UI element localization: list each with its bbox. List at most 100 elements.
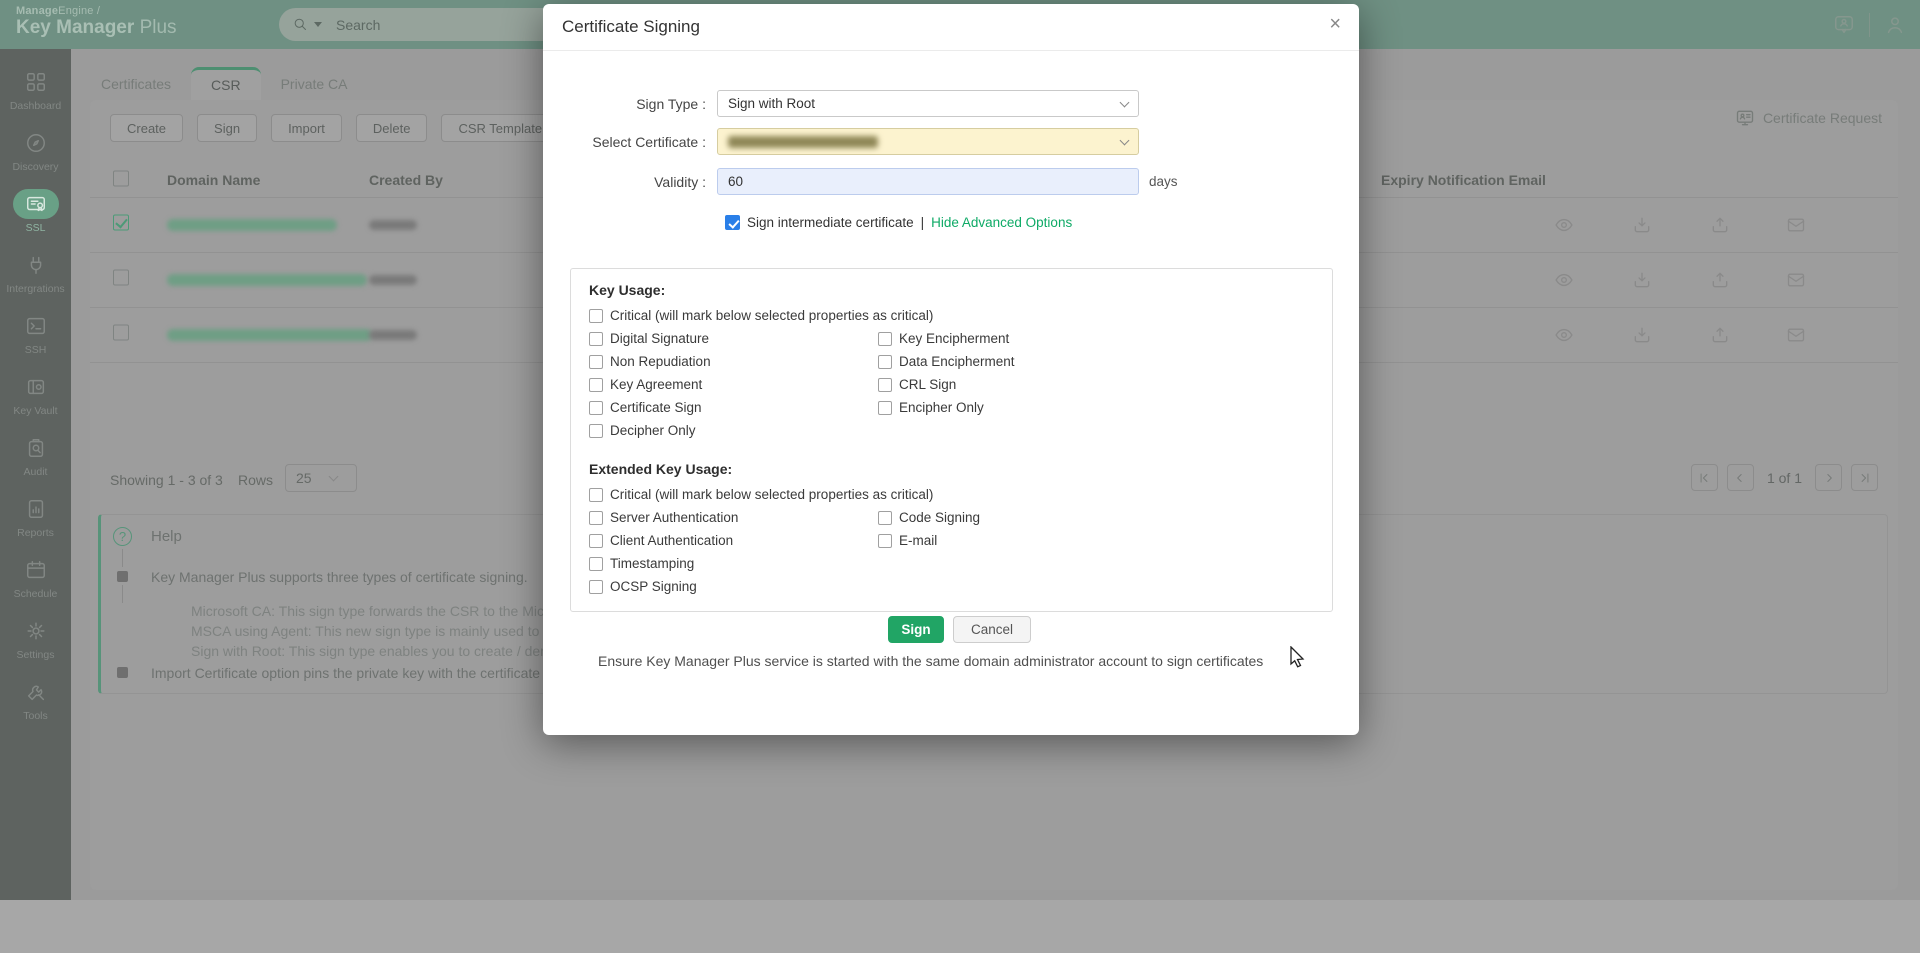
- checkbox[interactable]: [589, 424, 603, 438]
- create-button[interactable]: Create: [110, 114, 183, 142]
- sign-intermediate-checkbox[interactable]: [725, 215, 740, 230]
- brand-slash: /: [97, 5, 100, 17]
- csr-template-button[interactable]: CSR Template: [441, 114, 559, 142]
- row-checkbox[interactable]: [113, 325, 129, 341]
- view-icon[interactable]: [1554, 270, 1574, 290]
- key-usage-option[interactable]: Key Agreement: [589, 373, 878, 396]
- checkbox[interactable]: [589, 355, 603, 369]
- email-icon[interactable]: [1786, 325, 1806, 345]
- sidebar-item-discovery[interactable]: Discovery: [0, 120, 71, 181]
- view-icon[interactable]: [1554, 325, 1574, 345]
- checkbox[interactable]: [878, 511, 892, 525]
- validity-input[interactable]: [717, 168, 1139, 195]
- domain-name-redacted[interactable]: [167, 219, 337, 231]
- extended-key-usage-option[interactable]: E-mail: [878, 529, 1314, 552]
- domain-name-redacted[interactable]: [167, 329, 372, 341]
- checkbox[interactable]: [878, 332, 892, 346]
- help-item: Import Certificate option pins the priva…: [151, 665, 540, 681]
- certificate-request-button[interactable]: Certificate Request: [1735, 108, 1882, 128]
- extended-key-usage-option[interactable]: Server Authentication: [589, 506, 878, 529]
- extended-key-usage-option[interactable]: Timestamping: [589, 552, 878, 575]
- sidebar-item-key-vault[interactable]: Key Vault: [0, 364, 71, 425]
- export-icon[interactable]: [1710, 270, 1730, 290]
- key-usage-option[interactable]: Key Encipherment: [878, 327, 1314, 350]
- domain-name-redacted[interactable]: [167, 274, 367, 286]
- key-usage-option[interactable]: Certificate Sign: [589, 396, 878, 419]
- user-icon[interactable]: [1884, 14, 1906, 36]
- extended-key-usage-option[interactable]: OCSP Signing: [589, 575, 878, 598]
- row-checkbox-checked[interactable]: [113, 215, 129, 231]
- intermediate-certificate-row: Sign intermediate certificate | Hide Adv…: [725, 215, 1072, 230]
- hide-advanced-options-link[interactable]: Hide Advanced Options: [931, 215, 1072, 230]
- checkbox[interactable]: [589, 378, 603, 392]
- sidebar-item-ssh[interactable]: SSH: [0, 303, 71, 364]
- sidebar-item-tools[interactable]: Tools: [0, 669, 71, 730]
- checkbox[interactable]: [589, 401, 603, 415]
- reports-icon: [25, 498, 47, 520]
- checkbox[interactable]: [589, 309, 603, 323]
- email-icon[interactable]: [1786, 215, 1806, 235]
- key-usage-option[interactable]: CRL Sign: [878, 373, 1314, 396]
- key-usage-option[interactable]: Data Encipherment: [878, 350, 1314, 373]
- select-certificate-row: Select Certificate :: [543, 128, 1359, 155]
- checkbox[interactable]: [589, 511, 603, 525]
- tab-certificates[interactable]: Certificates: [81, 67, 191, 100]
- key-usage-option[interactable]: Encipher Only: [878, 396, 1314, 419]
- checkbox[interactable]: [589, 488, 603, 502]
- sidebar-item-ssl[interactable]: SSL: [0, 181, 71, 242]
- checkbox[interactable]: [589, 332, 603, 346]
- export-icon[interactable]: [1710, 215, 1730, 235]
- checkbox[interactable]: [878, 378, 892, 392]
- import-button[interactable]: Import: [271, 114, 342, 142]
- key-usage-option[interactable]: Non Repudiation: [589, 350, 878, 373]
- first-page-button[interactable]: [1691, 464, 1718, 491]
- sidebar-item-dashboard[interactable]: Dashboard: [0, 59, 71, 120]
- checkbox[interactable]: [878, 534, 892, 548]
- integrations-icon: [25, 254, 47, 276]
- last-page-button[interactable]: [1851, 464, 1878, 491]
- row-checkbox[interactable]: [113, 270, 129, 286]
- cancel-button[interactable]: Cancel: [953, 616, 1031, 643]
- key-usage-option[interactable]: Digital Signature: [589, 327, 878, 350]
- sidebar-item-audit[interactable]: Audit: [0, 425, 71, 486]
- checkbox[interactable]: [878, 355, 892, 369]
- download-icon[interactable]: [1632, 270, 1652, 290]
- delete-button[interactable]: Delete: [356, 114, 428, 142]
- checkbox[interactable]: [589, 557, 603, 571]
- view-icon[interactable]: [1554, 215, 1574, 235]
- sign-type-select[interactable]: Sign with Root: [717, 90, 1139, 117]
- extended-key-usage-title: Extended Key Usage:: [589, 461, 1314, 477]
- tab-private-ca[interactable]: Private CA: [261, 67, 368, 100]
- feedback-icon[interactable]: [1833, 14, 1855, 36]
- rows-label: Rows: [238, 472, 273, 488]
- close-icon[interactable]: ×: [1329, 14, 1341, 34]
- sign-button[interactable]: Sign: [197, 114, 257, 142]
- select-all-checkbox[interactable]: [113, 170, 129, 186]
- extended-key-usage-option[interactable]: Client Authentication: [589, 529, 878, 552]
- sidebar-item-schedule[interactable]: Schedule: [0, 547, 71, 608]
- search-icon: [293, 17, 308, 32]
- download-icon[interactable]: [1632, 215, 1652, 235]
- checkbox[interactable]: [878, 401, 892, 415]
- next-page-button[interactable]: [1815, 464, 1842, 491]
- email-icon[interactable]: [1786, 270, 1806, 290]
- prev-page-button[interactable]: [1727, 464, 1754, 491]
- download-icon[interactable]: [1632, 325, 1652, 345]
- brand-company: ManageEngine /: [16, 5, 177, 17]
- key-usage-critical[interactable]: Critical (will mark below selected prope…: [589, 304, 1314, 327]
- rows-per-page-select[interactable]: 25: [285, 464, 357, 492]
- sidebar-item-integrations[interactable]: Intergrations: [0, 242, 71, 303]
- tab-csr[interactable]: CSR: [191, 67, 261, 100]
- showing-count: Showing 1 - 3 of 3: [110, 472, 223, 488]
- extended-key-usage-critical[interactable]: Critical (will mark below selected prope…: [589, 483, 1314, 506]
- checkbox[interactable]: [589, 580, 603, 594]
- sidebar-item-reports[interactable]: Reports: [0, 486, 71, 547]
- export-icon[interactable]: [1710, 325, 1730, 345]
- sidebar-item-settings[interactable]: Settings: [0, 608, 71, 669]
- column-domain-name: Domain Name: [167, 172, 260, 188]
- select-certificate-select[interactable]: [717, 128, 1139, 155]
- checkbox[interactable]: [589, 534, 603, 548]
- sign-submit-button[interactable]: Sign: [888, 616, 944, 643]
- key-usage-option[interactable]: Decipher Only: [589, 419, 878, 442]
- extended-key-usage-option[interactable]: Code Signing: [878, 506, 1314, 529]
